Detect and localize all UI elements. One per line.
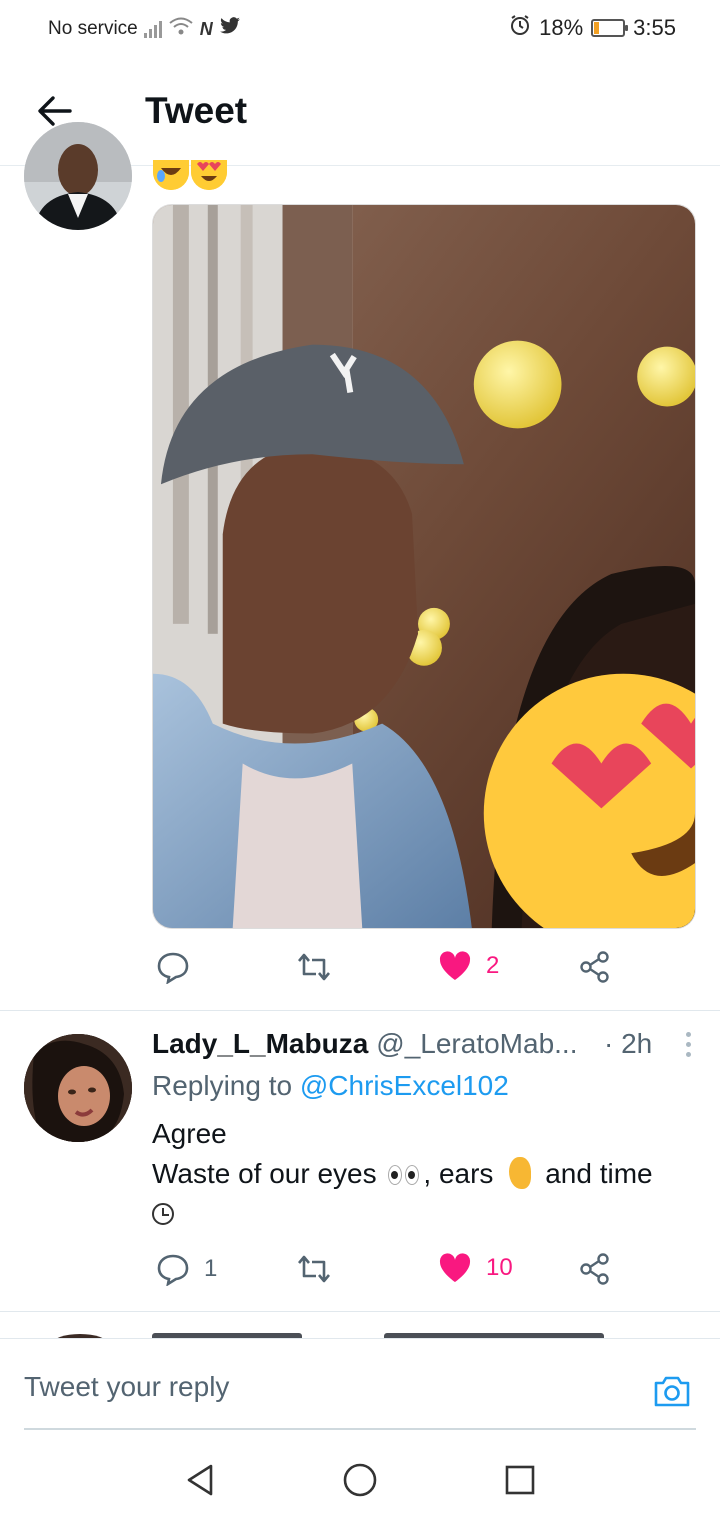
replying-prefix: Replying to: [152, 1070, 293, 1101]
tweet1-emoji-row: [153, 160, 227, 190]
tweet2-like-button[interactable]: 10: [438, 1252, 513, 1284]
page-title: Tweet: [145, 90, 248, 131]
recents-square-icon: [505, 1465, 535, 1495]
replying-to-line: Replying to @ChrisExcel102: [152, 1070, 509, 1102]
tweet2-line2: Waste of our eyes , ears and time: [152, 1154, 700, 1194]
signal-icon: [143, 20, 162, 38]
alarm-icon: [509, 14, 531, 42]
tweet2-share-button[interactable]: [578, 1252, 612, 1286]
reply-composer: [0, 1338, 720, 1430]
reply-icon: [157, 1254, 189, 1286]
tweet2-body: Agree Waste of our eyes , ears and time: [152, 1114, 700, 1234]
more-options-icon[interactable]: [686, 1032, 691, 1057]
tweet2-line3: [152, 1194, 700, 1234]
battery-icon: [591, 19, 629, 37]
share-icon: [580, 951, 609, 983]
camera-button[interactable]: [652, 1371, 692, 1411]
tweet2-retweet-button[interactable]: [296, 1252, 346, 1286]
tweet2-header: Lady_L_Mabuza @_LeratoMab... · 2h: [152, 1028, 697, 1060]
tweet2-like-count: 10: [486, 1254, 513, 1281]
nav-home-button[interactable]: [338, 1458, 382, 1502]
avatar-tweet2[interactable]: [24, 1034, 132, 1142]
share-icon: [580, 1253, 609, 1285]
reply-input[interactable]: [24, 1365, 584, 1409]
laughing-emoji-icon: [153, 160, 189, 190]
reply-icon: [157, 952, 189, 984]
carrier-label: No service: [48, 18, 138, 39]
stopwatch-emoji-icon: [152, 1203, 174, 1225]
tweet1-like-count: 2: [486, 952, 500, 979]
tweet2-display-name[interactable]: Lady_L_Mabuza: [152, 1028, 368, 1060]
twitter-icon: [219, 17, 241, 41]
heart-eyes-emoji-icon: [191, 160, 227, 190]
heart-filled-icon: [439, 951, 471, 980]
composer-underline: [24, 1428, 696, 1430]
tweet1-photo[interactable]: [152, 204, 696, 929]
home-circle-icon: [343, 1463, 377, 1497]
tweet2-handle[interactable]: @_LeratoMab...: [376, 1028, 577, 1060]
tweet1-reply-button[interactable]: [156, 950, 204, 984]
battery-level: [594, 22, 600, 34]
tweet2-reply-button[interactable]: 1: [156, 1252, 217, 1286]
replying-to-link[interactable]: @ChrisExcel102: [300, 1070, 509, 1101]
tweet1-retweet-button[interactable]: [296, 950, 346, 984]
tweet-divider: [0, 1010, 720, 1011]
retweet-icon: [298, 953, 330, 981]
tweet1-actions: 2: [152, 950, 622, 990]
tweet2-line2-end: and time: [545, 1158, 653, 1189]
status-bar: No service N 18% 3:55: [0, 0, 720, 56]
tweet1-share-button[interactable]: [578, 950, 612, 984]
tweet1-like-button[interactable]: 2: [438, 950, 499, 982]
camera-icon: [654, 1376, 690, 1407]
photo-image: [153, 205, 695, 928]
nav-back-button[interactable]: [178, 1458, 222, 1502]
battery-percent: 18%: [539, 15, 584, 40]
heart-filled-icon: [439, 1253, 471, 1282]
nav-recents-button[interactable]: [498, 1458, 542, 1502]
ear-emoji-icon: [509, 1157, 532, 1189]
back-triangle-icon: [187, 1464, 213, 1496]
wifi-icon: [168, 16, 194, 42]
eyes-emoji-icon: [388, 1165, 420, 1185]
nfc-icon: N: [199, 18, 213, 39]
status-right: 18% 3:55: [509, 14, 676, 42]
next-tweet-peek: [0, 1312, 720, 1340]
tweet2-line1: Agree: [152, 1118, 227, 1149]
tweet2-reply-count: 1: [204, 1255, 218, 1282]
avatar-tweet1[interactable]: [24, 122, 132, 230]
clock-time: 3:55: [633, 15, 676, 40]
system-navigation-bar: [0, 1432, 720, 1520]
tweet2-time: · 2h: [604, 1028, 653, 1059]
tweet2-line2-mid: , ears: [423, 1158, 494, 1189]
tweet2-line2-start: Waste of our eyes: [152, 1158, 377, 1189]
retweet-icon: [298, 1255, 330, 1283]
status-left: No service N: [48, 16, 241, 42]
tweet2-actions: 1 10: [152, 1252, 622, 1292]
